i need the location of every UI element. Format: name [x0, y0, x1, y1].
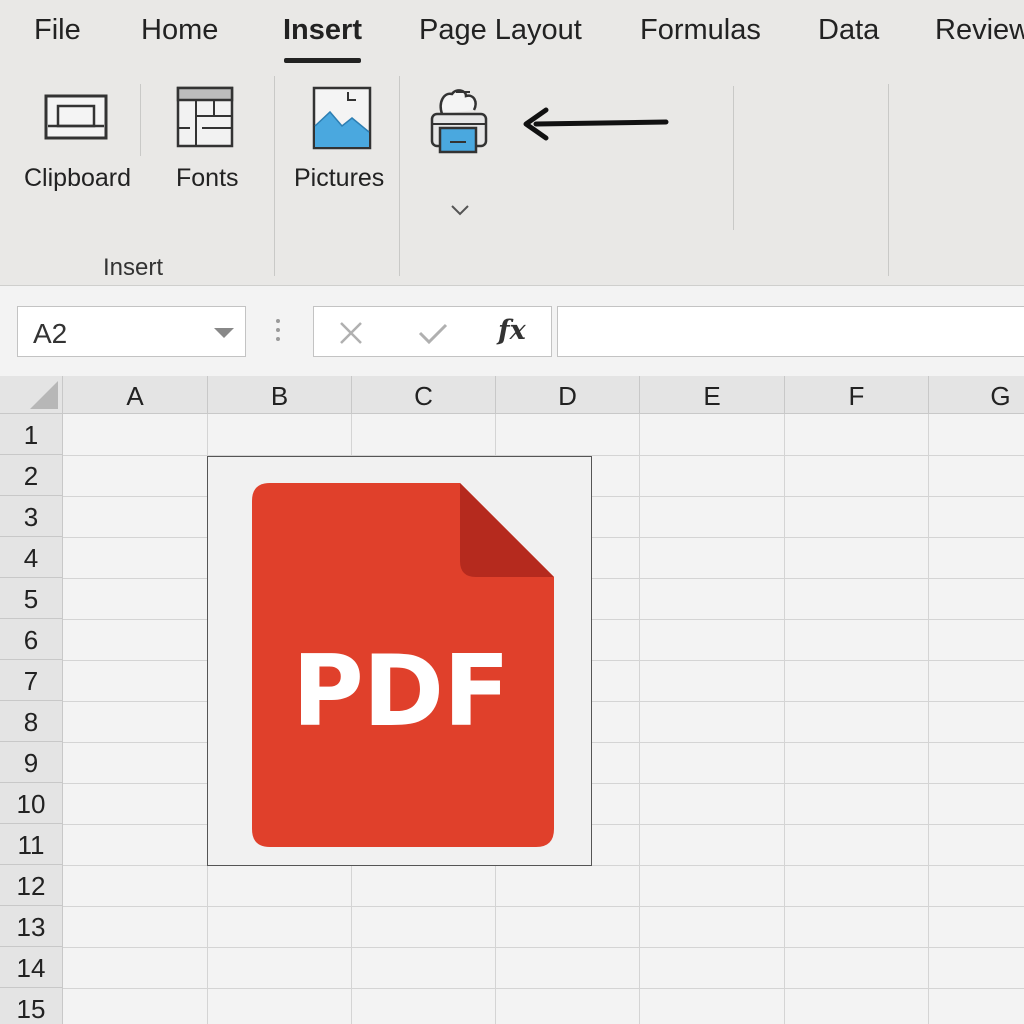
row-header-13[interactable]: 13: [0, 906, 63, 947]
active-tab-indicator: [284, 58, 361, 63]
column-header-b[interactable]: B: [208, 376, 352, 414]
ribbon-separator: [140, 84, 141, 156]
column-header-a[interactable]: A: [63, 376, 208, 414]
gridline: [928, 414, 929, 1024]
formula-actions: fx: [313, 306, 552, 357]
ribbon-group-label: Insert: [103, 254, 164, 281]
image-icon: [312, 86, 372, 150]
table-grid-icon: [176, 86, 234, 148]
printer-button[interactable]: [422, 80, 498, 160]
row-header-5[interactable]: 5: [0, 578, 63, 619]
tab-home[interactable]: Home: [141, 14, 218, 47]
cancel-icon[interactable]: [336, 315, 366, 349]
arrow-left-icon: [523, 107, 669, 141]
tab-page-layout[interactable]: Page Layout: [419, 14, 582, 47]
row-header-2[interactable]: 2: [0, 455, 63, 496]
ribbon: Clipboard Fonts Pictures Insert: [0, 70, 1024, 286]
pictures-label: Pictures: [294, 164, 385, 192]
gridline: [784, 414, 785, 1024]
row-header-8[interactable]: 8: [0, 701, 63, 742]
clipboard-button[interactable]: Clipboard: [20, 84, 140, 202]
tab-review[interactable]: Review: [935, 14, 1024, 47]
gridline: [639, 414, 640, 1024]
clipboard-label: Clipboard: [24, 164, 132, 192]
column-header-f[interactable]: F: [785, 376, 929, 414]
checkmark-icon[interactable]: [416, 315, 450, 349]
ribbon-separator: [733, 86, 734, 230]
insert-function-button[interactable]: fx: [498, 315, 526, 346]
printer-icon: [430, 89, 488, 154]
menu-bar: File Home Insert Page Layout Formulas Da…: [0, 0, 1024, 70]
laptop-icon: [44, 94, 108, 140]
row-header-14[interactable]: 14: [0, 947, 63, 988]
column-header-d[interactable]: D: [496, 376, 640, 414]
chevron-down-icon[interactable]: [448, 202, 472, 218]
select-all-button[interactable]: [0, 376, 63, 414]
column-header-c[interactable]: C: [352, 376, 496, 414]
row-header-9[interactable]: 9: [0, 742, 63, 783]
name-box-dropdown-icon[interactable]: [214, 328, 234, 338]
spreadsheet-grid: A B C D E F G 1 2 3 4 5 6 7 8 9 10 11 12…: [0, 376, 1024, 1024]
tab-data[interactable]: Data: [818, 14, 879, 47]
formula-input[interactable]: [557, 306, 1024, 357]
tab-insert[interactable]: Insert: [283, 14, 362, 47]
formula-bar: A2 fx: [0, 286, 1024, 376]
select-all-icon: [30, 381, 58, 409]
row-header-15[interactable]: 15: [0, 988, 63, 1024]
row-header-11[interactable]: 11: [0, 824, 63, 865]
row-header-7[interactable]: 7: [0, 660, 63, 701]
pictures-button[interactable]: Pictures: [290, 84, 394, 202]
row-header-3[interactable]: 3: [0, 496, 63, 537]
column-header-g[interactable]: G: [929, 376, 1024, 414]
pdf-label: PDF: [291, 635, 510, 749]
name-box[interactable]: A2: [17, 306, 246, 357]
row-header-4[interactable]: 4: [0, 537, 63, 578]
column-header-e[interactable]: E: [640, 376, 785, 414]
ribbon-separator: [274, 76, 275, 276]
fonts-button[interactable]: Fonts: [160, 84, 260, 202]
fonts-label: Fonts: [176, 164, 239, 192]
ribbon-separator: [888, 84, 889, 276]
name-box-value: A2: [33, 318, 68, 349]
tab-formulas[interactable]: Formulas: [640, 14, 761, 47]
row-header-1[interactable]: 1: [0, 414, 63, 455]
row-header-12[interactable]: 12: [0, 865, 63, 906]
ribbon-separator: [399, 76, 400, 276]
embedded-pdf-object[interactable]: PDF: [207, 456, 592, 866]
tab-file[interactable]: File: [34, 14, 81, 47]
row-header-6[interactable]: 6: [0, 619, 63, 660]
grip-handle-icon[interactable]: [276, 319, 280, 345]
row-header-10[interactable]: 10: [0, 783, 63, 824]
